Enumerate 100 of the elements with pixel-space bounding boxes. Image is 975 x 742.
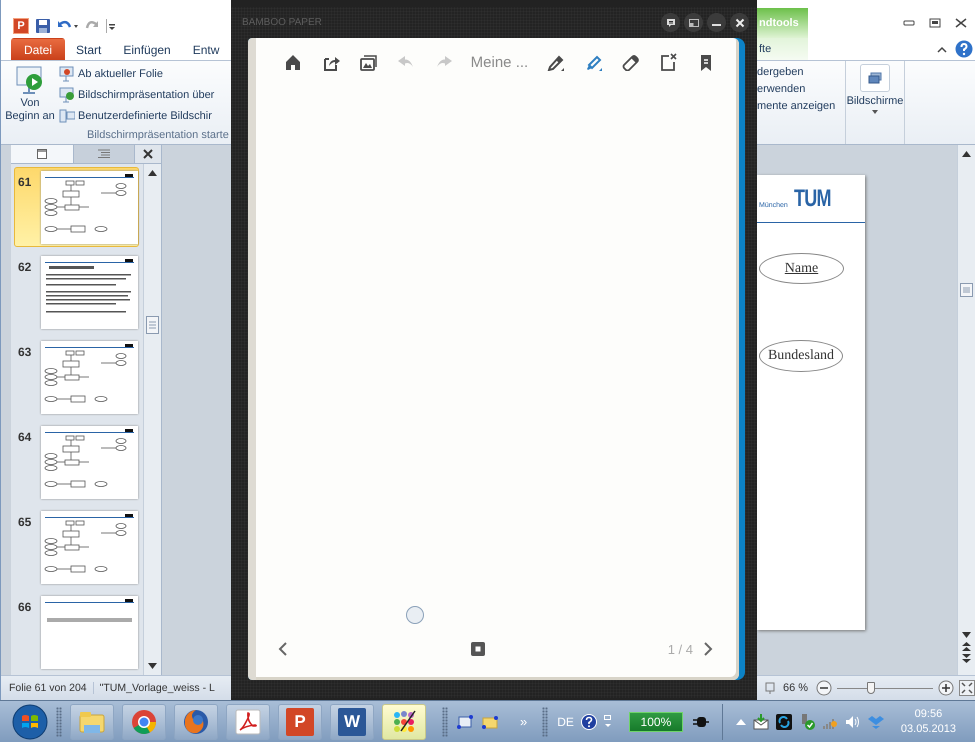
pointer-circle (406, 606, 424, 624)
slide-number: 61 (18, 174, 32, 191)
zoom-slider-thumb[interactable] (866, 682, 875, 694)
projector-icon (59, 66, 75, 82)
monitors-icon (868, 72, 882, 84)
close-icon[interactable] (955, 18, 967, 28)
monitors-button[interactable]: Bildschirme (846, 61, 905, 144)
window-mode-icon (688, 16, 700, 28)
reading-view-icon[interactable] (765, 682, 775, 694)
close-button[interactable] (730, 13, 749, 32)
attribute-ellipse: Bundesland (759, 340, 843, 372)
save-icon[interactable] (35, 18, 51, 34)
zoom-level[interactable]: 66 % (780, 682, 812, 694)
scroll-thumb-icon[interactable] (960, 283, 973, 297)
projector-globe-icon (59, 87, 75, 103)
minimize-button[interactable] (707, 13, 726, 32)
clear-page-icon[interactable] (659, 53, 678, 71)
ribbon-item[interactable]: Ab aktueller Folie (59, 66, 214, 82)
custom-slides-icon (59, 108, 75, 124)
taskbar-app-button[interactable]: W (330, 704, 374, 740)
fit-to-window-icon[interactable] (959, 680, 975, 696)
slide-list-item[interactable]: 64 (14, 422, 139, 502)
taskbar-app-button[interactable] (382, 704, 426, 740)
contextual-tab[interactable]: fte (757, 38, 808, 60)
ribbon-tab[interactable]: Start (65, 38, 112, 60)
dropdown-caret-icon (872, 110, 878, 114)
slides-tab[interactable] (11, 145, 73, 163)
scroll-down-icon[interactable] (148, 663, 157, 669)
ribbon-item[interactable]: Bildschirmpräsentation über (59, 87, 214, 103)
clock-time: 09:56 (914, 706, 942, 722)
power-plug-icon[interactable] (692, 716, 709, 728)
minimize-icon[interactable] (903, 18, 915, 28)
ribbon-item[interactable]: erwenden (757, 83, 845, 95)
folder-dots-icon[interactable] (481, 714, 499, 730)
next-page-icon[interactable] (703, 642, 714, 656)
network-dots-icon[interactable] (456, 714, 474, 730)
restore-icon[interactable] (929, 18, 941, 28)
theme-name: "TUM_Vorlage_weiss - L (98, 682, 215, 694)
from-beginning-button[interactable]: Von Beginn an (1, 61, 59, 144)
close-icon[interactable] (143, 149, 153, 159)
help-icon[interactable] (580, 714, 597, 730)
pen-icon[interactable] (546, 53, 564, 71)
file-tab[interactable]: Datei (11, 38, 66, 60)
ribbon-item[interactable]: mente anzeigen (757, 100, 845, 112)
battery-meter[interactable]: 100% (628, 712, 683, 732)
slide-thumbnail[interactable] (41, 426, 138, 499)
close-icon (734, 16, 746, 28)
ribbon-item[interactable]: Benutzerdefinierte Bildschir (59, 108, 214, 124)
taskbar-app-button[interactable] (226, 704, 270, 740)
slide-thumbnail[interactable] (41, 511, 138, 584)
page-overview-icon[interactable] (470, 642, 485, 656)
slide-list-item[interactable]: 65 (14, 507, 139, 587)
zoom-out-icon[interactable] (816, 680, 832, 696)
slide-number: 66 (18, 599, 32, 616)
mail-download-icon[interactable] (752, 714, 769, 730)
slide-thumbnail[interactable] (41, 256, 138, 329)
ribbon-tab[interactable]: Entw (182, 38, 230, 60)
clock-date: 03.05.2013 (900, 722, 956, 736)
previous-page-icon[interactable] (278, 642, 288, 656)
slide-thumbnail[interactable] (41, 341, 138, 414)
slide-list-item[interactable]: 66 (14, 592, 139, 672)
slide-list-item[interactable]: 63 (14, 337, 139, 417)
start-button[interactable] (12, 704, 48, 740)
presentation-app-icon: P (286, 708, 314, 736)
slide-number: 62 (18, 259, 32, 276)
minimize-icon (712, 24, 721, 26)
slide-thumbnail[interactable] (41, 596, 138, 669)
feedback-button[interactable] (661, 13, 680, 32)
document-app-icon: W (338, 708, 366, 736)
taskbar-app-button[interactable] (122, 704, 166, 740)
zoom-in-icon[interactable] (938, 680, 954, 696)
taskbar-app-button[interactable] (174, 704, 218, 740)
scroll-up-icon[interactable] (148, 170, 157, 176)
scroll-thumb-icon[interactable] (146, 316, 159, 334)
eraser-icon[interactable] (621, 53, 640, 71)
group-caption: Bildschirmpräsentation starte (87, 129, 229, 141)
collapse-ribbon-icon[interactable] (937, 46, 947, 52)
attribute-ellipse: Name (759, 253, 844, 284)
window-title: BAMBOO PAPER (242, 17, 322, 28)
slide-list-item[interactable]: 62 (14, 252, 139, 332)
home-icon[interactable] (284, 53, 302, 71)
ribbon-item[interactable]: dergeben (757, 66, 845, 78)
scroll-up-icon[interactable] (962, 151, 971, 157)
outline-icon (98, 149, 110, 159)
next-slide-icon[interactable] (962, 654, 971, 663)
customize-icon[interactable] (105, 18, 115, 34)
sync-icon[interactable] (776, 714, 792, 730)
ribbon-tab[interactable]: Einfügen (112, 38, 182, 60)
app-icon[interactable]: P (13, 18, 29, 34)
slide-list-item[interactable]: 61 (14, 167, 139, 247)
scroll-down-icon[interactable] (962, 632, 971, 638)
previous-slide-icon[interactable] (962, 642, 971, 651)
taskbar-app-button[interactable]: P (278, 704, 322, 740)
help-icon[interactable] (955, 40, 973, 58)
slide-number: 64 (18, 429, 32, 446)
view-mode-button[interactable] (684, 13, 703, 32)
slide-thumbnail[interactable] (41, 171, 138, 244)
outline-tab[interactable] (73, 145, 135, 163)
page-indicator: 1 / 4 (668, 642, 694, 656)
gallery-icon[interactable] (359, 53, 378, 71)
